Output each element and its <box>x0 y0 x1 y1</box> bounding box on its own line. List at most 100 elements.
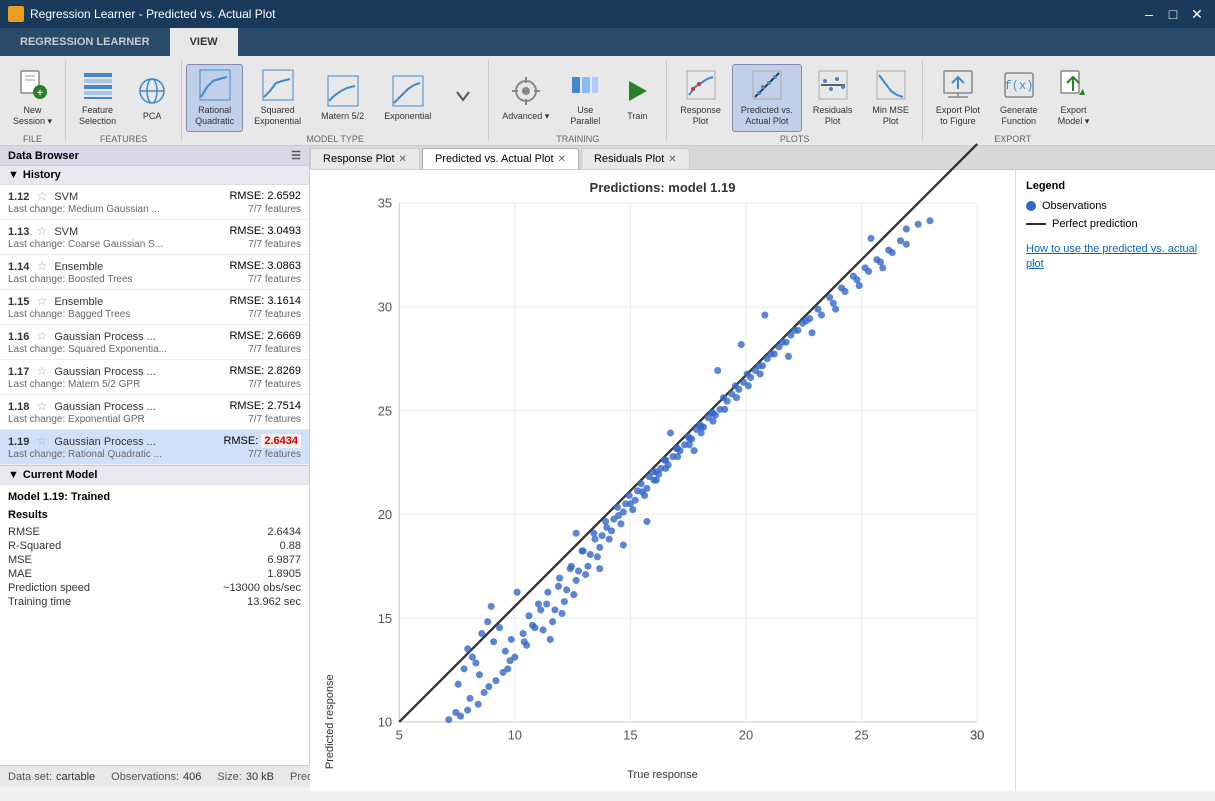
star-icon[interactable]: ☆ <box>36 259 47 273</box>
feature-selection-button[interactable]: FeatureSelection <box>70 64 125 132</box>
min-mse-plot-label: Min MSEPlot <box>872 105 909 127</box>
star-icon[interactable]: ☆ <box>36 224 47 238</box>
observations-value: 406 <box>183 771 201 783</box>
tab-predicted-actual[interactable]: Predicted vs. Actual Plot ✕ <box>422 148 579 169</box>
export-section-label: EXPORT <box>927 132 1099 146</box>
squared-exponential-button[interactable]: SquaredExponential <box>245 64 310 132</box>
close-predicted-actual-tab[interactable]: ✕ <box>558 154 566 165</box>
plots-section-label: PLOTS <box>671 132 918 146</box>
train-icon <box>621 75 653 107</box>
star-icon[interactable]: ☆ <box>36 434 47 448</box>
predicted-actual-button[interactable]: Predicted vs.Actual Plot <box>732 64 802 132</box>
squared-exponential-icon <box>262 69 294 101</box>
svg-text:20: 20 <box>378 507 392 522</box>
star-icon[interactable]: ☆ <box>36 399 47 413</box>
rational-quadratic-button[interactable]: RationalQuadratic <box>186 64 243 132</box>
current-model-collapse-icon[interactable]: ▼ <box>8 469 19 481</box>
toolbar-section-export: Export Plotto Figure f(x) GenerateFuncti… <box>923 60 1103 141</box>
tab-response-plot[interactable]: Response Plot ✕ <box>310 148 420 169</box>
tab-regression-learner[interactable]: REGRESSION LEARNER <box>0 28 170 56</box>
exponential-button[interactable]: Exponential <box>375 64 440 132</box>
toolbar-section-plots: ResponsePlot Predicted vs.Actual Plot <box>667 60 923 141</box>
history-item-1.12[interactable]: 1.12 ☆ SVM RMSE: 2.6592 Last change: Med… <box>0 185 309 220</box>
history-item-1.14[interactable]: 1.14 ☆ Ensemble RMSE: 3.0863 Last change… <box>0 255 309 290</box>
export-model-button[interactable]: ExportModel ▾ <box>1048 64 1098 132</box>
history-list: 1.12 ☆ SVM RMSE: 2.6592 Last change: Med… <box>0 185 309 465</box>
item-features: 7/7 features <box>248 204 301 215</box>
history-item-1.13[interactable]: 1.13 ☆ SVM RMSE: 3.0493 Last change: Coa… <box>0 220 309 255</box>
feature-selection-icon <box>82 69 114 101</box>
sidebar: Data Browser ☰ ▼ History 1.12 ☆ SVM RMSE… <box>0 146 310 765</box>
star-icon[interactable]: ☆ <box>36 329 47 343</box>
history-row2: Last change: Squared Exponentia... 7/7 f… <box>8 344 301 355</box>
history-item-1.19[interactable]: 1.19 ☆ Gaussian Process ... RMSE: 2.6434… <box>0 430 309 465</box>
new-session-icon: + <box>17 69 49 101</box>
close-button[interactable]: ✕ <box>1187 4 1207 24</box>
history-item-1.18[interactable]: 1.18 ☆ Gaussian Process ... RMSE: 2.7514… <box>0 395 309 430</box>
model-title: Model 1.19: Trained <box>8 491 301 503</box>
close-residuals-tab[interactable]: ✕ <box>668 154 676 165</box>
result-key: Prediction speed <box>8 582 90 594</box>
history-row1: 1.13 ☆ SVM RMSE: 3.0493 <box>8 224 301 238</box>
history-item-1.16[interactable]: 1.16 ☆ Gaussian Process ... RMSE: 2.6669… <box>0 325 309 360</box>
new-session-button[interactable]: + NewSession ▾ <box>4 64 61 132</box>
item-type: SVM <box>54 226 78 238</box>
item-id: 1.16 <box>8 331 29 343</box>
maximize-button[interactable]: □ <box>1163 4 1183 24</box>
item-change: Last change: Bagged Trees <box>8 309 130 320</box>
pca-icon <box>136 75 168 107</box>
item-id: 1.19 <box>8 436 29 448</box>
use-parallel-button[interactable]: UseParallel <box>560 64 610 132</box>
train-button[interactable]: Train <box>612 64 662 132</box>
item-type: Gaussian Process ... <box>54 436 156 448</box>
history-item-1.15[interactable]: 1.15 ☆ Ensemble RMSE: 3.1614 Last change… <box>0 290 309 325</box>
history-row2: Last change: Coarse Gaussian S... 7/7 fe… <box>8 239 301 250</box>
history-row1: 1.17 ☆ Gaussian Process ... RMSE: 2.8269 <box>8 364 301 378</box>
legend-help-link[interactable]: How to use the predicted vs. actual plot <box>1026 242 1205 273</box>
generate-function-button[interactable]: f(x) GenerateFunction <box>991 64 1047 132</box>
toolbar-training-buttons: Advanced ▾ UseParallel Train <box>493 64 662 132</box>
result-row: MAE1.8905 <box>8 567 301 581</box>
svg-text:35: 35 <box>378 196 392 211</box>
result-val: 6.9877 <box>267 554 301 566</box>
close-response-plot-tab[interactable]: ✕ <box>399 154 407 165</box>
app-icon <box>8 6 24 22</box>
history-item-1.17[interactable]: 1.17 ☆ Gaussian Process ... RMSE: 2.8269… <box>0 360 309 395</box>
result-key: Training time <box>8 596 71 608</box>
more-models-button[interactable] <box>442 64 484 132</box>
item-features: 7/7 features <box>248 414 301 425</box>
observations-label: Observations <box>1042 200 1107 212</box>
result-key: R-Squared <box>8 540 61 552</box>
data-browser-header: Data Browser ☰ <box>0 146 309 166</box>
data-browser-menu-icon[interactable]: ☰ <box>291 149 301 162</box>
matern52-button[interactable]: Matern 5/2 <box>312 64 373 132</box>
plot-container: Predictions: model 1.19 Predicted respon… <box>310 170 1015 791</box>
response-plot-button[interactable]: ResponsePlot <box>671 64 730 132</box>
current-model-label: Current Model <box>23 469 98 481</box>
export-plot-button[interactable]: Export Plotto Figure <box>927 64 989 132</box>
advanced-button[interactable]: Advanced ▾ <box>493 64 558 132</box>
residuals-plot-button[interactable]: ResidualsPlot <box>804 64 862 132</box>
pca-button[interactable]: PCA <box>127 64 177 132</box>
star-icon[interactable]: ☆ <box>36 189 47 203</box>
star-icon[interactable]: ☆ <box>36 364 47 378</box>
results-container: RMSE2.6434R-Squared0.88MSE6.9877MAE1.890… <box>8 525 301 609</box>
result-val: 13.962 sec <box>247 596 301 608</box>
pca-label: PCA <box>143 111 162 122</box>
history-rmse: RMSE: 3.1614 <box>229 295 301 307</box>
tab-view[interactable]: VIEW <box>170 28 238 56</box>
history-collapse-icon[interactable]: ▼ <box>8 169 19 181</box>
item-type: Gaussian Process ... <box>54 331 156 343</box>
min-mse-plot-button[interactable]: Min MSEPlot <box>863 64 918 132</box>
content-area: Response Plot ✕ Predicted vs. Actual Plo… <box>310 146 1215 765</box>
response-plot-icon <box>685 69 717 101</box>
result-key: RMSE <box>8 526 40 538</box>
item-change: Last change: Squared Exponentia... <box>8 344 167 355</box>
export-plot-icon <box>942 69 974 101</box>
minimize-button[interactable]: – <box>1139 4 1159 24</box>
star-icon[interactable]: ☆ <box>36 294 47 308</box>
chart-wrapper: Predicted response <box>320 203 1005 769</box>
tab-residuals-plot[interactable]: Residuals Plot ✕ <box>581 148 690 169</box>
item-change: Last change: Coarse Gaussian S... <box>8 239 163 250</box>
new-session-label: NewSession ▾ <box>13 105 52 127</box>
